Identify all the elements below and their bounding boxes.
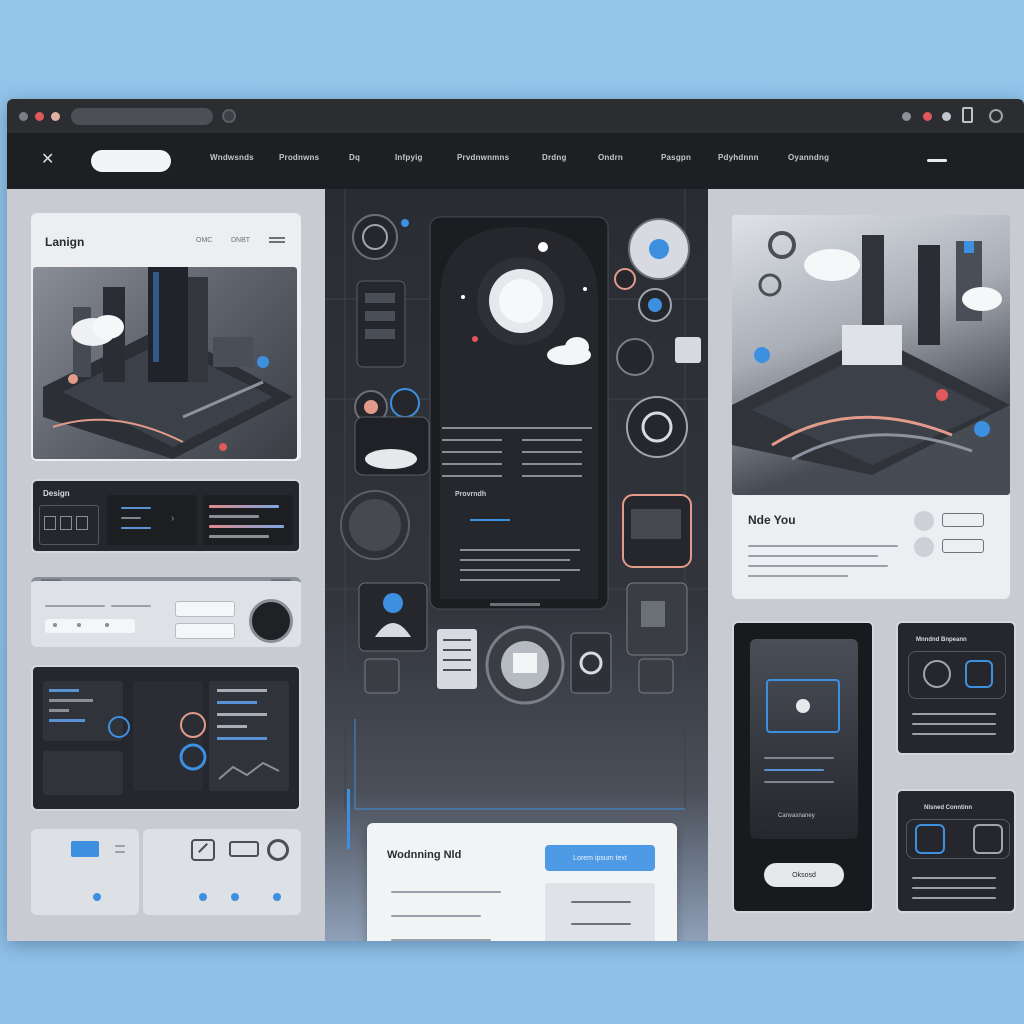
record-icon[interactable]: [923, 112, 932, 121]
text-field[interactable]: [45, 619, 135, 633]
option-icon-1[interactable]: [914, 511, 934, 531]
nav-item-1[interactable]: Wndwsnds: [210, 153, 254, 162]
design-label: Design: [43, 489, 70, 498]
widget-card-2: [143, 829, 301, 915]
nav-item-7[interactable]: Ondrn: [598, 153, 623, 162]
option-icon-2[interactable]: [914, 537, 934, 557]
layer-icon[interactable]: [44, 516, 56, 530]
mini-card-2-icons: [906, 819, 1010, 859]
nav-item-9[interactable]: Pdyhdnnn: [718, 153, 759, 162]
window-control-icon[interactable]: [19, 112, 28, 121]
close-window-icon[interactable]: [35, 112, 44, 121]
reload-icon[interactable]: [222, 109, 236, 123]
chevron-right-icon[interactable]: ›: [171, 513, 174, 524]
mini-card-2-title: Nlsned Conntinn: [924, 805, 972, 811]
hero-title: Lanign: [45, 235, 85, 249]
mini-card-1: Mnndnd Bnpeann: [896, 621, 1016, 755]
nav-item-6[interactable]: Drdng: [542, 153, 567, 162]
status-dot: [273, 893, 281, 901]
extension-icon[interactable]: [902, 112, 911, 121]
hero-card: Lanign OMC DNBT: [31, 213, 301, 461]
target-frame: [766, 679, 840, 733]
widget-card-1: [31, 829, 139, 915]
mini-card-2: Nlsned Conntinn: [896, 789, 1016, 913]
record-button-icon[interactable]: [267, 839, 289, 861]
profile-icon[interactable]: [942, 112, 951, 121]
toolbar-group[interactable]: [39, 505, 99, 545]
right-hero-card: Nde You: [732, 215, 1010, 599]
left-column: Lanign OMC DNBT Design ›: [7, 189, 325, 941]
option-field-1[interactable]: [942, 513, 984, 527]
right-column: Nde You Canvasnaney Oksosd Mnndnd Bnpean…: [708, 189, 1024, 941]
phone-screen: Canvasnaney: [750, 639, 858, 839]
frame-icon[interactable]: [60, 516, 72, 530]
search-input[interactable]: [91, 150, 171, 172]
center-column: Provrndh Wodnning Nld Lorem ipsum text: [325, 189, 708, 941]
welcome-title: Wodnning Nld: [387, 849, 462, 861]
hero-link-1[interactable]: OMC: [196, 237, 212, 244]
right-hero-title: Nde You: [748, 513, 796, 527]
phone-card: Canvasnaney Oksosd: [732, 621, 874, 913]
knob-control[interactable]: [249, 599, 293, 643]
nav-item-4[interactable]: Infpyig: [395, 153, 423, 162]
design-panel: Design ›: [31, 479, 301, 553]
top-navigation: ✕ Wndwsnds Prodnwns Dq Infpyig Prvdnwnmn…: [7, 133, 1024, 189]
chip-icon[interactable]: [965, 660, 993, 688]
input-field-1[interactable]: [175, 601, 235, 617]
isometric-city-image: [732, 215, 1010, 495]
hero-link-2[interactable]: DNBT: [231, 237, 250, 244]
slider-group: ›: [107, 495, 197, 545]
nav-item-10[interactable]: Oyanndng: [788, 153, 829, 162]
isometric-city-image: [33, 267, 297, 459]
phone-label: Canvasnaney: [778, 813, 815, 819]
status-dot: [93, 893, 101, 901]
phone-button[interactable]: Oksosd: [764, 863, 844, 887]
panel-label: Provrndh: [455, 491, 487, 498]
status-dot: [199, 893, 207, 901]
grid-icon[interactable]: [76, 516, 88, 530]
list-panel: [545, 883, 655, 941]
menu-icon[interactable]: [269, 237, 285, 243]
nav-item-8[interactable]: Pasgpn: [661, 153, 691, 162]
mini-card-1-icons: [908, 651, 1006, 699]
minimize-window-icon[interactable]: [51, 112, 60, 121]
toggle-icon[interactable]: [229, 841, 259, 857]
nav-item-3[interactable]: Dq: [349, 153, 360, 162]
input-field-2[interactable]: [175, 623, 235, 639]
dial-icon[interactable]: [923, 660, 951, 688]
diamond-icon[interactable]: [915, 824, 945, 854]
nav-item-5[interactable]: Prvdnwnmns: [457, 153, 509, 162]
gradient-bars: [203, 495, 293, 545]
dashboard-panel: [31, 665, 301, 811]
nav-item-2[interactable]: Prodnwns: [279, 153, 319, 162]
welcome-button[interactable]: Lorem ipsum text: [545, 845, 655, 871]
bookmark-icon[interactable]: [962, 107, 973, 123]
close-icon[interactable]: ✕: [41, 149, 54, 169]
welcome-card: Wodnning Nld Lorem ipsum text: [367, 823, 677, 941]
grid-icon[interactable]: [973, 824, 1003, 854]
mini-card-1-title: Mnndnd Bnpeann: [916, 637, 967, 643]
browser-window: ✕ Wndwsnds Prodnwns Dq Infpyig Prvdnwnmn…: [7, 99, 1024, 941]
option-field-2[interactable]: [942, 539, 984, 553]
edit-icon[interactable]: [191, 839, 215, 861]
form-card: [31, 577, 301, 647]
title-bar: [7, 99, 1024, 133]
status-dot: [231, 893, 239, 901]
settings-icon[interactable]: [989, 109, 1003, 123]
address-bar[interactable]: [71, 108, 213, 125]
menu-icon[interactable]: [927, 159, 947, 162]
widget-button[interactable]: [71, 841, 99, 857]
